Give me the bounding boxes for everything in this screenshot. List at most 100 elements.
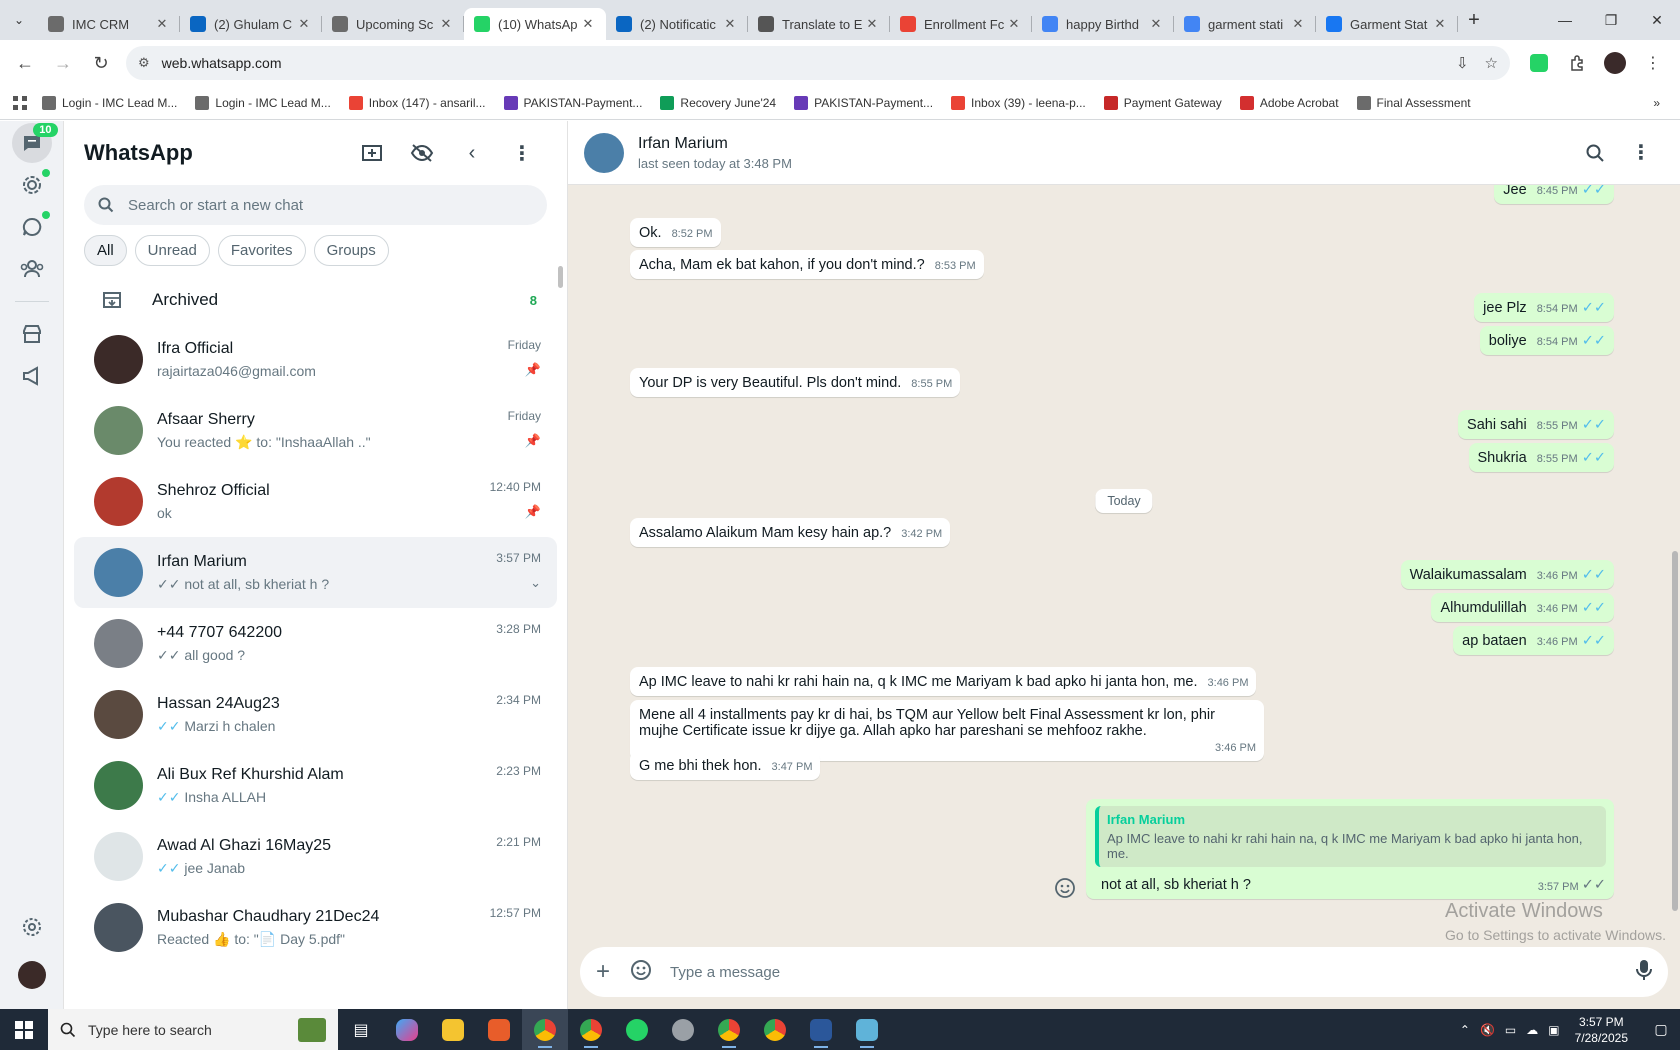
chrome-profile4-taskbar-icon[interactable] [752,1009,798,1050]
incoming-message[interactable]: Your DP is very Beautiful. Pls don't min… [630,368,961,397]
chat-options-chevron-icon[interactable]: ⌄ [471,575,541,591]
tray-overflow-icon[interactable]: ⌃ [1460,1023,1470,1037]
site-info-icon[interactable]: ⚙ [138,55,150,71]
attach-plus-icon[interactable]: + [596,958,610,986]
tab-close-icon[interactable]: ✕ [864,16,880,32]
profile-avatar-rail[interactable] [12,955,52,995]
bookmark-item[interactable]: Login - IMC Lead M... [42,95,177,110]
browser-tab[interactable]: IMC CRM ✕ [38,8,180,40]
bookmark-item[interactable]: Adobe Acrobat [1239,95,1339,110]
weather-icon[interactable]: ☁ [1526,1023,1538,1037]
outgoing-message[interactable]: ap bataen 3:46 PM ✓✓ [1453,626,1614,655]
bookmarks-overflow-icon[interactable]: » [1653,96,1660,110]
settings-icon[interactable] [12,907,52,947]
taskbar-search-input[interactable]: Type here to search [48,1009,338,1050]
apps-grid-icon[interactable] [12,95,28,111]
chrome-taskbar-icon[interactable] [522,1009,568,1050]
chat-list-item[interactable]: Awad Al Ghazi 16May25 ✓✓ jee Janab 2:21 … [74,821,557,892]
outgoing-message[interactable]: boliye 8:54 PM ✓✓ [1479,326,1614,355]
device-icon[interactable]: ▭ [1505,1023,1516,1037]
bookmark-item[interactable]: PAKISTAN-Payment... [503,95,642,110]
task-view-icon[interactable]: ▤ [338,1009,384,1050]
browser-tab[interactable]: happy Birthd ✕ [1032,8,1174,40]
tab-close-icon[interactable]: ✕ [1432,16,1448,32]
communities-nav-icon[interactable] [12,249,52,289]
outgoing-message[interactable]: jee Plz 8:54 PM ✓✓ [1474,293,1614,322]
incoming-message[interactable]: Assalamo Alaikum Mam kesy hain ap.? 3:42 … [630,518,951,547]
tab-close-icon[interactable]: ✕ [722,16,738,32]
profile-avatar[interactable] [1600,48,1630,78]
conversation-header[interactable]: Irfan Marium last seen today at 3:48 PM … [568,121,1680,185]
sidebar-menu-icon[interactable]: ⋮ [497,141,547,166]
filter-chip-favorites[interactable]: Favorites [217,235,306,266]
outgoing-message[interactable]: Alhumdulillah 3:46 PM ✓✓ [1431,593,1614,622]
tab-close-icon[interactable]: ✕ [580,16,596,32]
install-app-icon[interactable]: ⇩ [1456,54,1469,72]
tab-close-icon[interactable]: ✕ [1290,16,1306,32]
conversation-menu-icon[interactable]: ⋮ [1618,140,1664,165]
outgoing-message[interactable]: Walaikumassalam 3:46 PM ✓✓ [1400,560,1614,589]
whatsapp-taskbar-icon[interactable] [614,1009,660,1050]
chat-list-item[interactable]: Ifra Official rajairtaza046@gmail.com Fr… [74,324,557,395]
forward-button[interactable]: → [46,46,80,80]
browser-tab[interactable]: Upcoming Sc ✕ [322,8,464,40]
incoming-message[interactable]: G me bhi thek hon. 3:47 PM [630,751,821,780]
clock-app-taskbar-icon[interactable] [660,1009,706,1050]
chats-nav-icon[interactable]: 10 [11,123,58,163]
copilot-icon[interactable] [384,1009,430,1050]
chat-search-input[interactable]: Search or start a new chat [84,185,547,225]
tab-close-icon[interactable]: ✕ [1006,16,1022,32]
filter-chip-all[interactable]: All [84,235,127,266]
chat-list-item[interactable]: Hassan 24Aug23 ✓✓ Marzi h chalen 2:34 PM [74,679,557,750]
restore-button[interactable]: ❐ [1588,12,1634,29]
filter-chip-unread[interactable]: Unread [134,235,210,266]
outgoing-reply-message[interactable]: Irfan Marium Ap IMC leave to nahi kr rah… [1086,799,1614,899]
network-icon[interactable]: ▣ [1548,1023,1559,1037]
message-scrollbar[interactable] [1672,551,1678,911]
filter-chip-groups[interactable]: Groups [313,235,389,266]
address-bar[interactable]: ⚙ web.whatsapp.com ⇩ ☆ [126,46,1510,80]
message-input[interactable]: Type a message [670,964,1636,981]
tab-close-icon[interactable]: ✕ [1148,16,1164,32]
file-explorer-icon[interactable] [430,1009,476,1050]
minimize-button[interactable]: — [1542,12,1588,29]
whatsapp-extension-icon[interactable] [1524,48,1554,78]
tab-search-button[interactable]: ⌄ [0,0,38,40]
chat-list-scrollbar[interactable] [558,266,563,288]
new-tab-button[interactable]: + [1458,9,1490,32]
incoming-message[interactable]: Ap IMC leave to nahi kr rahi hain na, q … [630,667,1257,696]
outgoing-message[interactable]: Jee 8:45 PM ✓✓ [1494,185,1614,204]
browser-tab[interactable]: Translate to E ✕ [748,8,890,40]
bookmark-star-icon[interactable]: ☆ [1485,54,1498,72]
extensions-icon[interactable] [1562,48,1592,78]
chat-list-item[interactable]: Afsaar Sherry You reacted ⭐ to: "InshaaA… [74,395,557,466]
close-window-button[interactable]: ✕ [1634,12,1680,29]
channels-nav-icon[interactable] [12,207,52,247]
chrome-profile2-taskbar-icon[interactable] [568,1009,614,1050]
tab-close-icon[interactable]: ✕ [154,16,170,32]
bookmark-item[interactable]: Inbox (147) - ansaril... [348,95,486,110]
outgoing-message[interactable]: Shukria 8:55 PM ✓✓ [1468,443,1614,472]
incoming-message[interactable]: Acha, Mam ek bat kahon, if you don't min… [630,250,984,279]
notifications-icon[interactable]: ▢ [1642,1021,1680,1038]
new-chat-icon[interactable] [347,143,397,163]
privacy-hidden-icon[interactable] [397,143,447,163]
browser-tab[interactable]: garment stati ✕ [1174,8,1316,40]
bookmark-item[interactable]: Recovery June'24 [660,95,776,110]
status-nav-icon[interactable] [12,165,52,205]
tab-close-icon[interactable]: ✕ [296,16,312,32]
collapse-chevron-icon[interactable]: ‹ [447,142,497,165]
archived-row[interactable]: Archived 8 [64,276,567,324]
word-taskbar-icon[interactable] [798,1009,844,1050]
bookmark-item[interactable]: Final Assessment [1356,95,1471,110]
outgoing-message[interactable]: Sahi sahi 8:55 PM ✓✓ [1458,410,1614,439]
contact-avatar[interactable] [584,132,624,173]
chat-list-item[interactable]: +44 7707 642200 ✓✓ all good ? 3:28 PM [74,608,557,679]
start-button[interactable] [0,1009,48,1050]
browser-tab[interactable]: Enrollment Fc ✕ [890,8,1032,40]
browser-tab[interactable]: Garment Stat ✕ [1316,8,1458,40]
browser-tab[interactable]: (2) Notificatic ✕ [606,8,748,40]
browser-menu-icon[interactable]: ⋮ [1638,48,1668,78]
chat-list-item[interactable]: Mubashar Chaudhary 21Dec24 Reacted 👍 to:… [74,892,557,963]
sticker-emoji-icon[interactable] [630,959,652,986]
